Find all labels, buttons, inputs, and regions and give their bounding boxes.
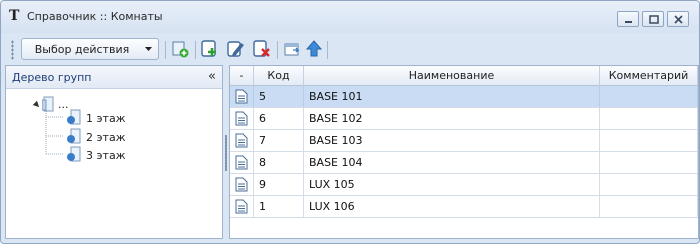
row-marker — [230, 152, 254, 173]
toolbar-separator — [165, 41, 166, 59]
floor-node-icon — [67, 128, 81, 144]
content-area: Дерево групп « ... 1 этаж 2 этаж 3 этаж … — [5, 65, 699, 241]
action-dropdown[interactable]: Выбор действия — [21, 38, 159, 60]
cell-name: LUX 106 — [304, 196, 600, 217]
document-icon — [235, 111, 248, 126]
table-row[interactable]: 8 BASE 104 — [230, 152, 698, 174]
tree-node-floor-2[interactable]: 2 этаж — [86, 131, 126, 144]
app-window: T Справочник :: Комнаты Выбор действия Д… — [0, 0, 700, 244]
delete-button[interactable] — [251, 38, 273, 60]
cell-name: LUX 105 — [304, 174, 600, 195]
delete-icon — [253, 40, 270, 57]
tree-expand-icon[interactable] — [32, 100, 42, 110]
window-title: Справочник :: Комнаты — [27, 10, 163, 23]
title-bar: T Справочник :: Комнаты — [1, 1, 699, 33]
maximize-button[interactable] — [642, 11, 664, 27]
document-icon — [235, 89, 248, 104]
add-icon — [201, 40, 216, 57]
cell-code: 7 — [254, 130, 304, 151]
floor-node-icon — [67, 146, 81, 162]
close-button[interactable] — [667, 11, 689, 27]
app-logo-icon: T — [9, 8, 20, 24]
group-tree-panel: Дерево групп « ... 1 этаж 2 этаж 3 этаж — [5, 65, 223, 239]
cell-comment — [600, 108, 698, 129]
close-icon — [674, 15, 683, 24]
export-button[interactable] — [281, 38, 303, 60]
row-marker — [230, 196, 254, 217]
rooms-grid: - Код Наименование Комментарий 5 BASE 10… — [229, 65, 699, 239]
toolbar-separator — [277, 41, 278, 59]
toolbar-separator — [195, 41, 196, 59]
row-marker — [230, 130, 254, 151]
group-tree-title: Дерево групп — [12, 71, 92, 84]
document-icon — [235, 155, 248, 170]
cell-code: 9 — [254, 174, 304, 195]
column-header-comment[interactable]: Комментарий — [600, 66, 698, 86]
tree-node-floor-1[interactable]: 1 этаж — [86, 112, 126, 125]
splitter-grip — [225, 135, 227, 171]
toolbar-separator — [327, 41, 328, 59]
table-row[interactable]: 6 BASE 102 — [230, 108, 698, 130]
row-marker — [230, 174, 254, 195]
floor-node-icon — [67, 109, 81, 125]
row-marker — [230, 86, 254, 107]
export-icon — [284, 43, 300, 56]
chevron-down-icon — [145, 47, 152, 51]
minimize-icon — [625, 21, 632, 23]
column-header-code[interactable]: Код — [254, 66, 304, 86]
upload-button[interactable] — [303, 38, 325, 60]
document-icon — [235, 133, 248, 148]
cell-comment — [600, 174, 698, 195]
add-record-icon — [172, 41, 189, 58]
column-header-marker[interactable]: - — [230, 66, 254, 86]
cell-name: BASE 102 — [304, 108, 600, 129]
action-dropdown-label: Выбор действия — [34, 43, 130, 56]
cell-comment — [600, 196, 698, 217]
row-marker — [230, 108, 254, 129]
table-row[interactable]: 1 LUX 106 — [230, 196, 698, 218]
folder-icon — [42, 96, 54, 112]
table-row[interactable]: 9 LUX 105 — [230, 174, 698, 196]
toolbar-grip[interactable] — [11, 40, 14, 60]
toolbar: Выбор действия — [5, 37, 695, 63]
cell-code: 5 — [254, 86, 304, 107]
panel-splitter[interactable] — [224, 65, 228, 239]
collapse-panel-button[interactable]: « — [208, 69, 216, 84]
add-record-button[interactable] — [169, 38, 191, 60]
edit-icon — [227, 41, 244, 57]
cell-name: BASE 103 — [304, 130, 600, 151]
cell-comment — [600, 86, 698, 107]
cell-name: BASE 101 — [304, 86, 600, 107]
cell-name: BASE 104 — [304, 152, 600, 173]
cell-code: 6 — [254, 108, 304, 129]
cell-comment — [600, 130, 698, 151]
minimize-button[interactable] — [617, 11, 639, 27]
tree-node-floor-3[interactable]: 3 этаж — [86, 149, 126, 162]
maximize-icon — [649, 15, 659, 24]
add-button[interactable] — [199, 38, 221, 60]
group-tree-header: Дерево групп « — [6, 66, 222, 89]
document-icon — [235, 199, 248, 214]
column-header-name[interactable]: Наименование — [304, 66, 600, 86]
cell-comment — [600, 152, 698, 173]
edit-button[interactable] — [225, 38, 247, 60]
table-row[interactable]: 7 BASE 103 — [230, 130, 698, 152]
document-icon — [235, 177, 248, 192]
cell-code: 1 — [254, 196, 304, 217]
table-row[interactable]: 5 BASE 101 — [230, 86, 698, 108]
arrow-up-icon — [305, 40, 323, 57]
cell-code: 8 — [254, 152, 304, 173]
